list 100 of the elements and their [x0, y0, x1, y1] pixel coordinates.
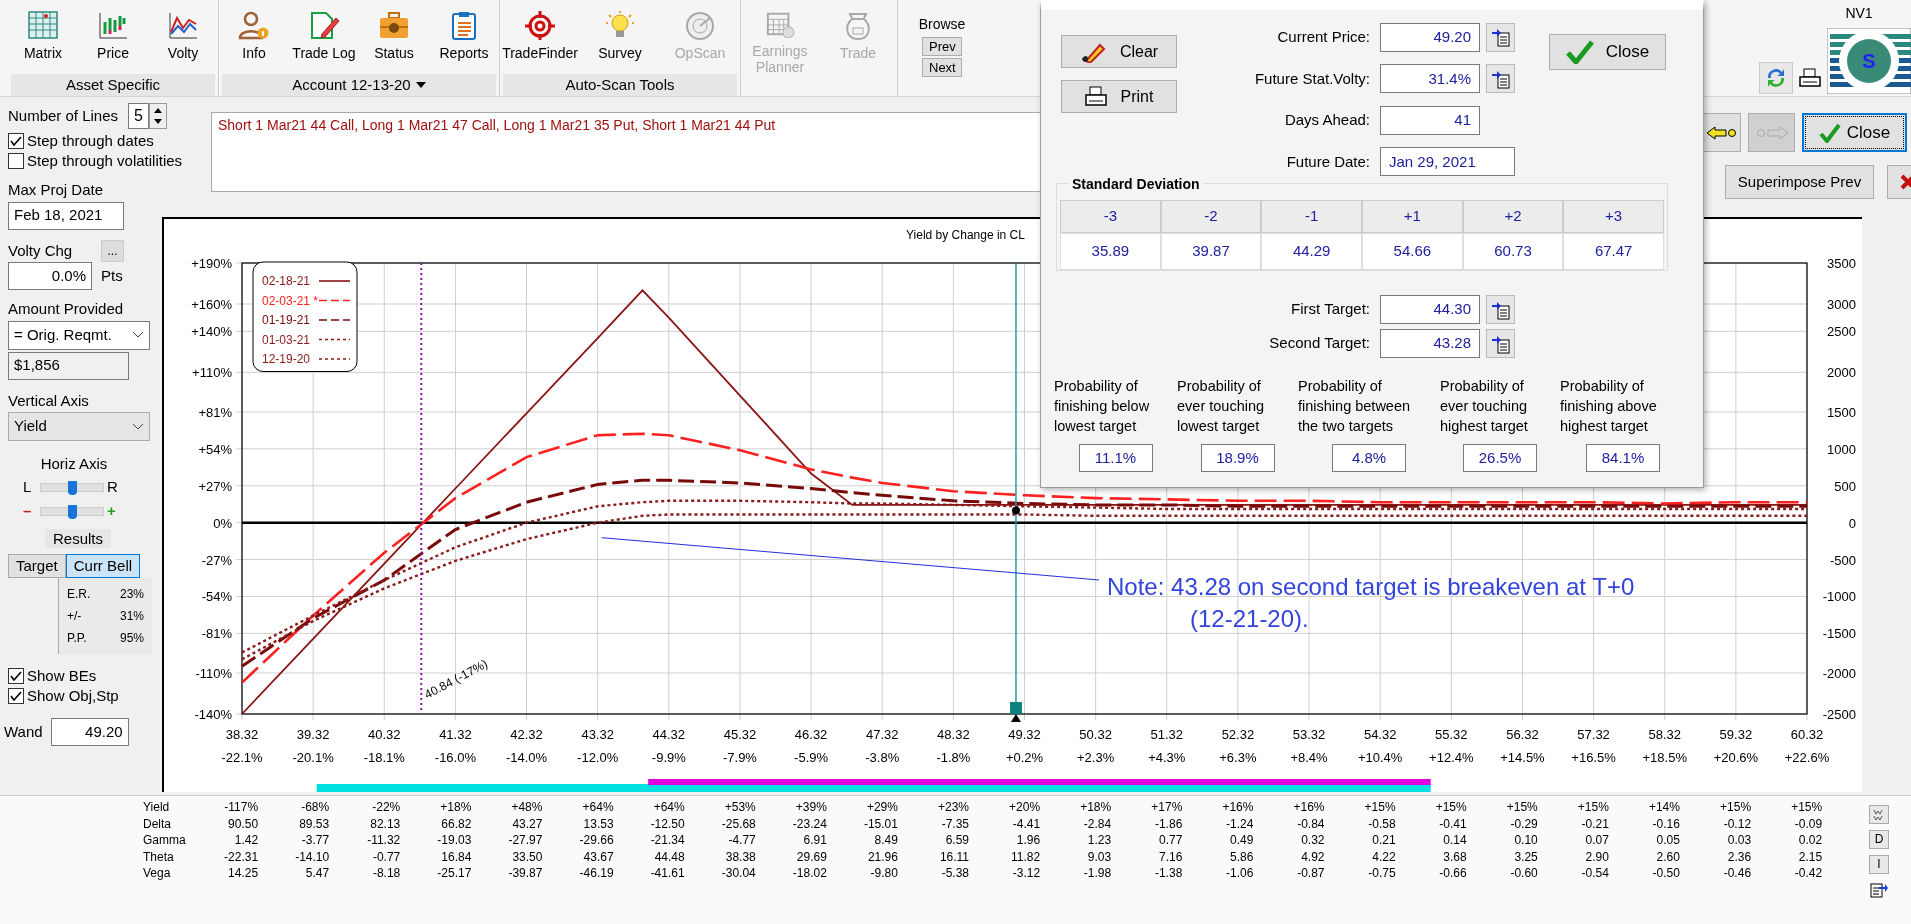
table-cell-text: +39%	[794, 799, 827, 816]
checkbox[interactable]	[8, 688, 24, 704]
toolbar-button[interactable]: Reports	[429, 0, 499, 74]
table-cell-text: -2.84	[1082, 815, 1112, 832]
results-tab[interactable]: Target	[8, 554, 66, 578]
table-cell-text: +23%	[937, 799, 970, 816]
dropdown[interactable]: Yield	[8, 412, 150, 441]
slider-track[interactable]	[40, 483, 104, 492]
export-button[interactable]	[1869, 880, 1889, 899]
check-icon	[1565, 40, 1594, 64]
line-chart-icon	[167, 10, 199, 40]
table-cell-text: -23.24	[791, 815, 827, 832]
refresh-button[interactable]	[1759, 62, 1793, 94]
probability-label: Probability of finishing above highest target	[1560, 377, 1658, 436]
axis-label: -1500	[1822, 626, 1856, 642]
input-field[interactable]: 44.30	[1380, 295, 1480, 324]
pencil-document-icon	[308, 10, 340, 40]
toolbar-button[interactable]: Matrix	[8, 0, 78, 74]
toolbar-button[interactable]: TradeFinder	[500, 0, 580, 74]
clear-button[interactable]: Clear	[1061, 35, 1177, 68]
side-button[interactable]: D	[1869, 830, 1889, 849]
browse-button[interactable]: Prev	[922, 37, 962, 56]
table-cell-text: +20%	[1008, 799, 1041, 816]
print-button[interactable]: Print	[1061, 80, 1177, 113]
slider-thumb[interactable]	[68, 505, 77, 519]
check-icon	[1818, 122, 1841, 143]
slider-track[interactable]	[40, 507, 104, 516]
input-field[interactable]: Jan 29, 2021	[1380, 147, 1515, 177]
checkbox-label: Show BEs	[27, 666, 97, 686]
axis-label: 0	[1848, 515, 1856, 531]
dropdown[interactable]: = Orig. Reqmt.	[8, 320, 150, 350]
axis-label: 52.32	[1221, 727, 1255, 742]
superimpose-button[interactable]: Superimpose Prev	[1725, 165, 1874, 199]
table-cell-text: 14.25	[227, 865, 259, 882]
field-label: Second Target:	[1268, 333, 1371, 354]
slider-thumb[interactable]	[68, 481, 77, 495]
table-cell-text: -1.24	[1225, 815, 1254, 832]
table-cell-text: 44.48	[653, 848, 685, 865]
axis-label: 500	[1834, 478, 1856, 494]
browse-label: Browse	[918, 15, 966, 34]
toggle-button[interactable]	[1869, 805, 1889, 824]
toolbar-button[interactable]: Price	[78, 0, 148, 74]
back-button[interactable]	[1703, 113, 1741, 152]
copy-button[interactable]	[1486, 329, 1515, 358]
toolbar-button[interactable]: Info	[219, 0, 289, 74]
chart-title: Yield by Change in CL	[906, 228, 1025, 242]
toolbar-button[interactable]: Trade Log	[289, 0, 359, 74]
toolbar-button[interactable]: Status	[359, 0, 429, 74]
table-cell-text: -5.38	[940, 865, 970, 882]
close-button[interactable]: Close	[1549, 34, 1666, 70]
table-cell-text: -46.19	[578, 865, 614, 882]
number-field[interactable]: 5	[128, 103, 149, 129]
table-cell-text: 1.42	[233, 832, 259, 849]
results-tab[interactable]: Curr Bell	[65, 554, 141, 578]
axis-label: 58.32	[1648, 727, 1681, 742]
input-field[interactable]: 43.28	[1380, 329, 1480, 358]
column-header: +3	[1563, 200, 1664, 233]
side-button[interactable]: I	[1869, 855, 1889, 874]
axis-label: 3500	[1827, 256, 1856, 271]
wand-field[interactable]: 49.20	[50, 718, 129, 746]
axis-label: 54.32	[1363, 727, 1397, 742]
input-field[interactable]: 31.4%	[1380, 64, 1480, 94]
legend-line	[318, 319, 351, 321]
copy-button[interactable]	[1486, 22, 1515, 52]
axis-label: -22.1%	[221, 750, 263, 765]
probability-label: Probability of ever touching highest target	[1440, 377, 1529, 436]
input-field[interactable]: 49.20	[1380, 22, 1480, 52]
export-icon	[1870, 880, 1888, 899]
date-field[interactable]: Feb 18, 2021	[8, 201, 124, 230]
row-label: Delta	[143, 815, 172, 832]
input-field[interactable]: 41	[1380, 105, 1480, 135]
axis-label: -110%	[195, 666, 232, 681]
axis-label: -1.8%	[936, 750, 971, 765]
axis-label: +54%	[198, 441, 232, 457]
checkbox[interactable]	[8, 668, 24, 684]
axis-label: -16.0%	[434, 750, 476, 765]
axis-label: 2000	[1827, 365, 1856, 381]
paste-icon	[1490, 68, 1511, 89]
field-label: Volty Chg	[8, 240, 73, 261]
close-button[interactable]: Close	[1802, 113, 1907, 152]
volatility-field[interactable]: 0.0%	[8, 262, 92, 290]
axis-label: 55.32	[1435, 727, 1468, 742]
price-marker	[1011, 506, 1020, 515]
browse-button[interactable]: Next	[922, 58, 962, 77]
field-label: First Target:	[1290, 299, 1371, 320]
checkbox[interactable]	[8, 153, 24, 169]
axis-label: 39.32	[296, 727, 330, 742]
column-header: +2	[1462, 200, 1564, 233]
toolbar-button[interactable]: Volty	[148, 0, 218, 74]
copy-button[interactable]	[1486, 64, 1515, 94]
table-cell-text: -0.21	[1580, 815, 1609, 832]
wand-handle-icon[interactable]	[1009, 702, 1022, 722]
legend-line	[318, 358, 351, 360]
ellipsis-button[interactable]: ...	[101, 239, 124, 262]
axis-label: 45.32	[723, 727, 757, 742]
axis-label: -27%	[201, 552, 232, 568]
unit-label: Pts	[101, 265, 123, 286]
checkbox[interactable]	[8, 133, 24, 149]
copy-button[interactable]	[1486, 295, 1515, 324]
toolbar-button[interactable]: Survey	[580, 0, 660, 74]
